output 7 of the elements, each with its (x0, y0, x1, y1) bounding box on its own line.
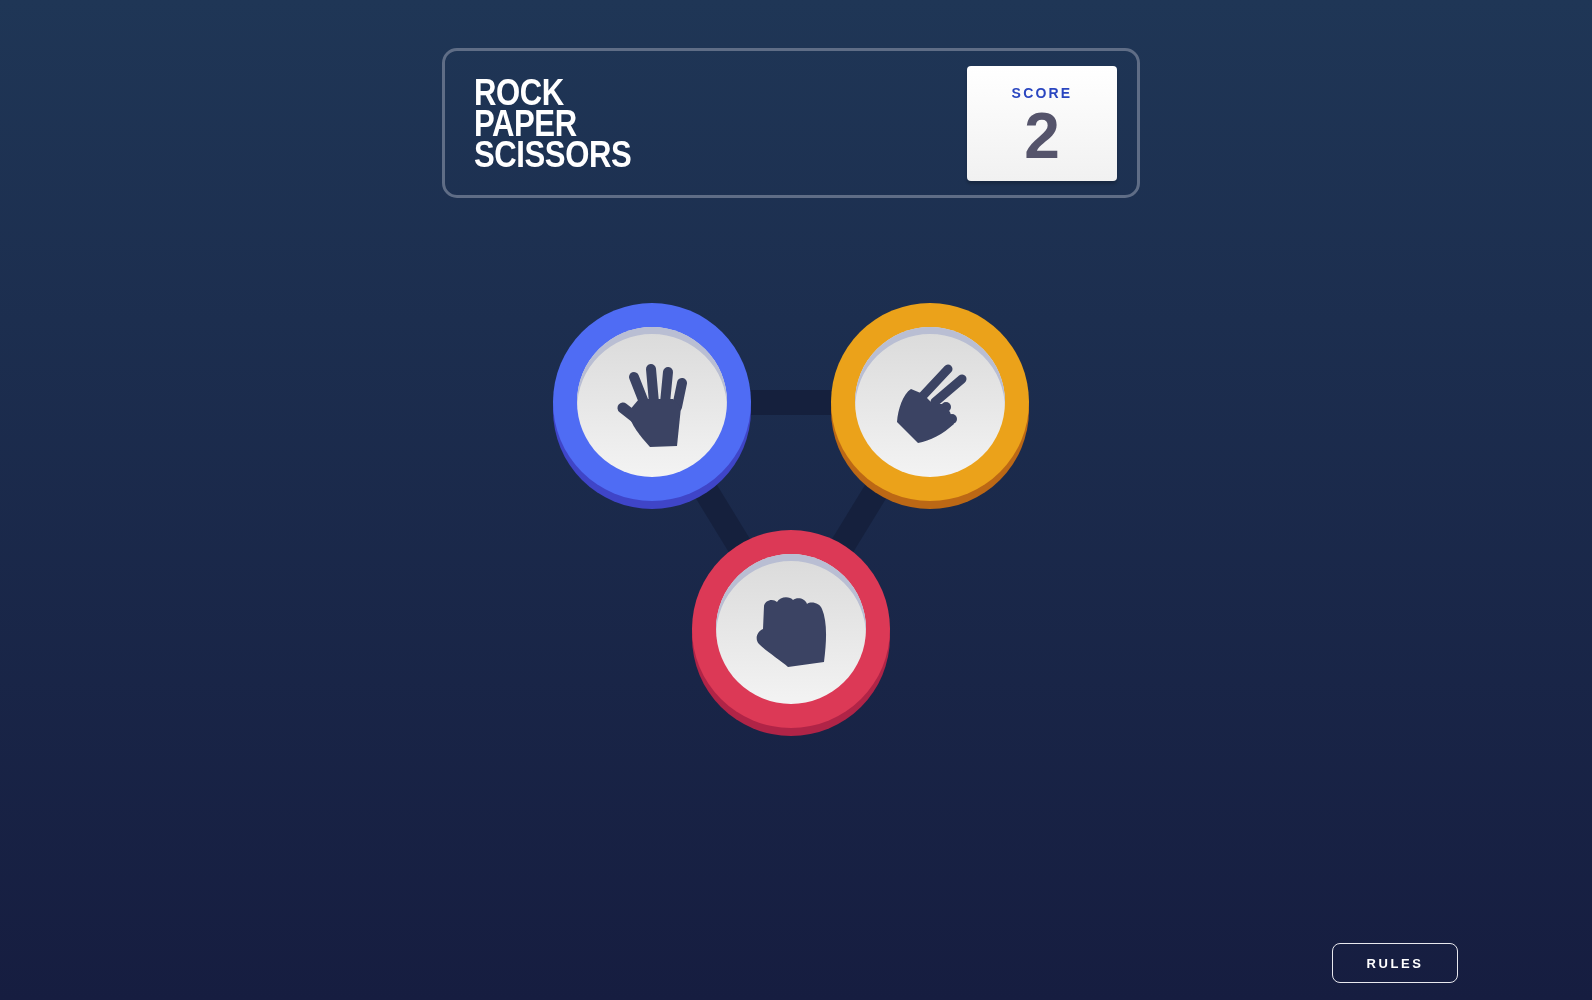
rules-button[interactable]: RULES (1332, 943, 1458, 983)
two-finger-hand-icon (895, 364, 967, 444)
score-value: 2 (1024, 104, 1060, 168)
score-label: SCORE (1011, 85, 1073, 101)
fist-icon (755, 596, 827, 668)
game-title: ROCK PAPER SCISSORS (474, 77, 632, 170)
open-hand-icon (617, 362, 687, 448)
